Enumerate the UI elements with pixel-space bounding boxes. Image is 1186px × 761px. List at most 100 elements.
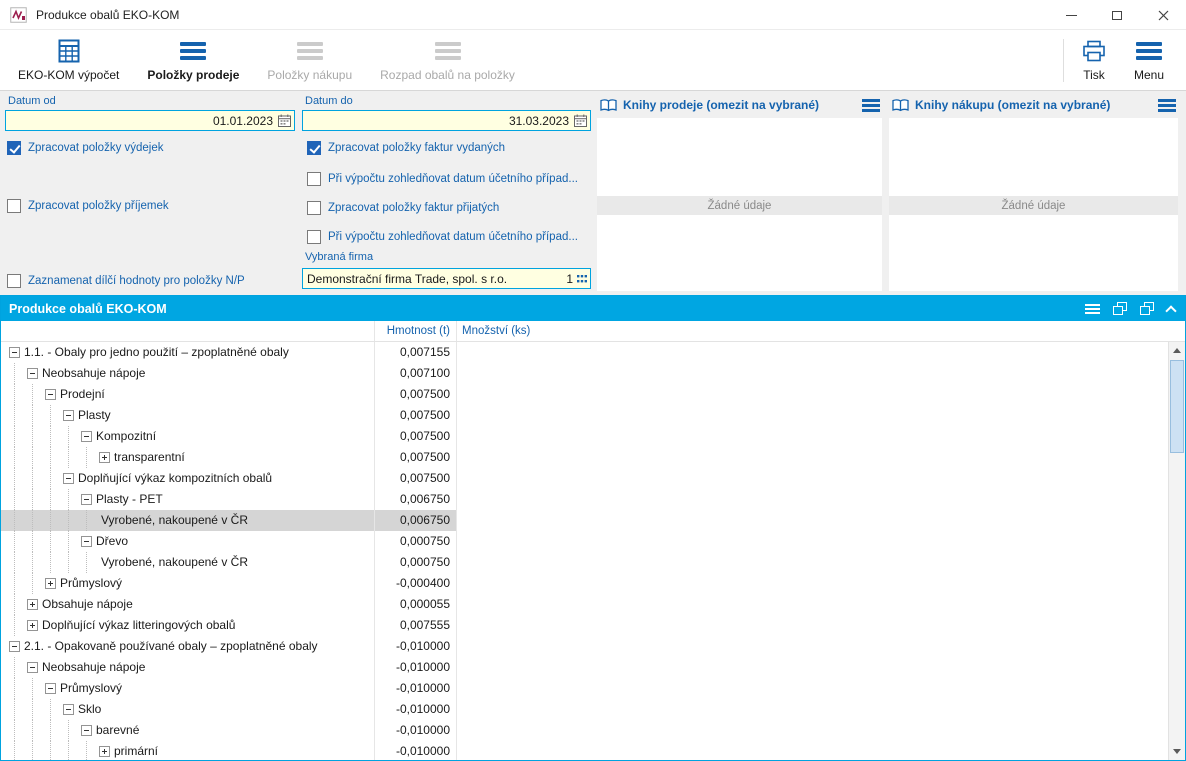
toolbar-button-ekokom-calculation[interactable]: EKO-KOM výpočet bbox=[4, 31, 133, 90]
checkbox-checked-icon[interactable] bbox=[307, 141, 321, 155]
tree-guide-line bbox=[14, 363, 15, 384]
tree-row[interactable]: Vyrobené, nakoupené v ČR 0,006750 bbox=[1, 510, 1168, 531]
scroll-up-arrow[interactable] bbox=[1169, 342, 1185, 359]
close-button[interactable] bbox=[1140, 0, 1186, 30]
checkbox-unchecked-icon[interactable] bbox=[307, 230, 321, 244]
collapse-panel-icon[interactable] bbox=[1165, 304, 1177, 317]
app-window: Produkce obalů EKO-KOM EKO-KOM výpočet Po… bbox=[0, 0, 1186, 761]
tree-guide-line bbox=[14, 741, 15, 760]
float-window-icon[interactable] bbox=[1113, 302, 1127, 315]
checkbox-label: Při výpočtu zohledňovat datum účetního p… bbox=[328, 173, 578, 185]
menu-button[interactable]: Menu bbox=[1120, 31, 1178, 90]
tree-grid-body: 1.1. - Obaly pro jedno použití – zpoplat… bbox=[1, 342, 1168, 760]
tree-guide-line bbox=[14, 468, 15, 489]
collapse-node-icon[interactable] bbox=[63, 410, 74, 421]
tree-row[interactable]: Dřevo 0,000750 bbox=[1, 531, 1168, 552]
company-name: Demonstrační firma Trade, spol. s r.o. bbox=[307, 271, 508, 286]
collapse-node-icon[interactable] bbox=[27, 368, 38, 379]
collapse-node-icon[interactable] bbox=[45, 683, 56, 694]
checkbox-unchecked-icon[interactable] bbox=[307, 201, 321, 215]
filter-checkbox-row[interactable]: Zpracovat položky faktur vydaných bbox=[307, 141, 505, 155]
expand-node-icon[interactable] bbox=[99, 746, 110, 757]
tree-row[interactable]: 1.1. - Obaly pro jedno použití – zpoplat… bbox=[1, 342, 1168, 363]
collapse-node-icon[interactable] bbox=[45, 389, 56, 400]
tree-row[interactable]: Průmyslový -0,000400 bbox=[1, 573, 1168, 594]
tree-row-weight: 0,007500 bbox=[399, 450, 450, 464]
tree-row-label: Plasty bbox=[78, 408, 111, 422]
scroll-down-arrow[interactable] bbox=[1169, 743, 1185, 760]
tree-row[interactable]: barevné -0,010000 bbox=[1, 720, 1168, 741]
detach-window-icon[interactable] bbox=[1140, 302, 1154, 315]
tree-guide-line bbox=[32, 489, 33, 510]
toolbar-button-sale-items[interactable]: Položky prodeje bbox=[133, 31, 253, 90]
tree-guide-line bbox=[50, 447, 51, 468]
print-button[interactable]: Tisk bbox=[1068, 31, 1120, 90]
grid-menu-icon[interactable] bbox=[1085, 303, 1100, 314]
collapse-node-icon[interactable] bbox=[9, 347, 20, 358]
column-header-weight[interactable]: Hmotnost (t) bbox=[376, 325, 450, 337]
tree-row-weight: 0,007100 bbox=[399, 366, 450, 380]
checkbox-unchecked-icon[interactable] bbox=[7, 274, 21, 288]
tree-row[interactable]: Neobsahuje nápoje 0,007100 bbox=[1, 363, 1168, 384]
tree-row-weight: 0,006750 bbox=[399, 513, 450, 527]
vertical-scrollbar[interactable] bbox=[1168, 342, 1185, 760]
maximize-button[interactable] bbox=[1094, 0, 1140, 30]
tree-guide-line bbox=[14, 510, 15, 531]
expand-node-icon[interactable] bbox=[27, 599, 38, 610]
tree-row[interactable]: Průmyslový -0,010000 bbox=[1, 678, 1168, 699]
tree-guide-line bbox=[50, 699, 51, 720]
purchase-books-list[interactable]: Žádné údaje bbox=[889, 118, 1178, 291]
tree-row-weight: 0,007500 bbox=[399, 471, 450, 485]
tree-guide-line bbox=[14, 405, 15, 426]
panel-menu-icon[interactable] bbox=[1158, 98, 1176, 112]
collapse-node-icon[interactable] bbox=[63, 704, 74, 715]
filter-checkbox-row[interactable]: Při výpočtu zohledňovat datum účetního p… bbox=[307, 230, 578, 244]
tree-row[interactable]: Doplňující výkaz litteringových obalů 0,0… bbox=[1, 615, 1168, 636]
empty-data-label: Žádné údaje bbox=[889, 196, 1178, 215]
tree-row[interactable]: 2.1. - Opakovaně používané obaly – zpopl… bbox=[1, 636, 1168, 657]
collapse-node-icon[interactable] bbox=[9, 641, 20, 652]
checkbox-unchecked-icon[interactable] bbox=[307, 172, 321, 186]
tree-row[interactable]: Obsahuje nápoje 0,000055 bbox=[1, 594, 1168, 615]
collapse-node-icon[interactable] bbox=[63, 473, 74, 484]
filter-checkbox-row[interactable]: Zpracovat položky faktur přijatých bbox=[307, 201, 499, 215]
filter-checkbox-row[interactable]: Zpracovat položky výdejek bbox=[7, 141, 164, 155]
company-select-icon[interactable] bbox=[577, 274, 587, 284]
tree-guide-line bbox=[50, 510, 51, 531]
collapse-node-icon[interactable] bbox=[81, 536, 92, 547]
minimize-button[interactable] bbox=[1048, 0, 1094, 30]
expand-node-icon[interactable] bbox=[27, 620, 38, 631]
filter-checkbox-row[interactable]: Zpracovat položky příjemek bbox=[7, 199, 169, 213]
tree-guide-line bbox=[68, 426, 69, 447]
tree-row[interactable]: primární -0,010000 bbox=[1, 741, 1168, 760]
tree-row[interactable]: Plasty 0,007500 bbox=[1, 405, 1168, 426]
collapse-node-icon[interactable] bbox=[81, 494, 92, 505]
tree-row[interactable]: Prodejní 0,007500 bbox=[1, 384, 1168, 405]
tree-guide-line bbox=[32, 720, 33, 741]
company-field[interactable]: Demonstrační firma Trade, spol. s r.o. 1 bbox=[302, 268, 591, 289]
filter-checkbox-row[interactable]: Při výpočtu zohledňovat datum účetního p… bbox=[307, 172, 578, 186]
tree-row[interactable]: Sklo -0,010000 bbox=[1, 699, 1168, 720]
tree-row[interactable]: transparentní 0,007500 bbox=[1, 447, 1168, 468]
column-header-quantity[interactable]: Množství (ks) bbox=[462, 325, 530, 337]
tree-guide-line bbox=[50, 741, 51, 760]
checkbox-unchecked-icon[interactable] bbox=[7, 199, 21, 213]
checkbox-checked-icon[interactable] bbox=[7, 141, 21, 155]
tree-row[interactable]: Kompozitní 0,007500 bbox=[1, 426, 1168, 447]
tree-row[interactable]: Plasty - PET 0,006750 bbox=[1, 489, 1168, 510]
collapse-node-icon[interactable] bbox=[81, 725, 92, 736]
expand-node-icon[interactable] bbox=[99, 452, 110, 463]
tree-row[interactable]: Doplňující výkaz kompozitních obalů 0,007… bbox=[1, 468, 1168, 489]
tree-row-weight: 0,007500 bbox=[399, 387, 450, 401]
expand-node-icon[interactable] bbox=[45, 578, 56, 589]
panel-menu-icon[interactable] bbox=[862, 98, 880, 112]
filter-checkbox-row[interactable]: Zaznamenat dílčí hodnoty pro položky N/P bbox=[7, 274, 245, 288]
tree-guide-line bbox=[14, 447, 15, 468]
tree-row[interactable]: Vyrobené, nakoupené v ČR 0,000750 bbox=[1, 552, 1168, 573]
sales-books-list[interactable]: Žádné údaje bbox=[597, 118, 882, 291]
collapse-node-icon[interactable] bbox=[81, 431, 92, 442]
tree-row[interactable]: Neobsahuje nápoje -0,010000 bbox=[1, 657, 1168, 678]
scrollbar-thumb[interactable] bbox=[1170, 360, 1184, 453]
tree-guide-line bbox=[68, 447, 69, 468]
collapse-node-icon[interactable] bbox=[27, 662, 38, 673]
